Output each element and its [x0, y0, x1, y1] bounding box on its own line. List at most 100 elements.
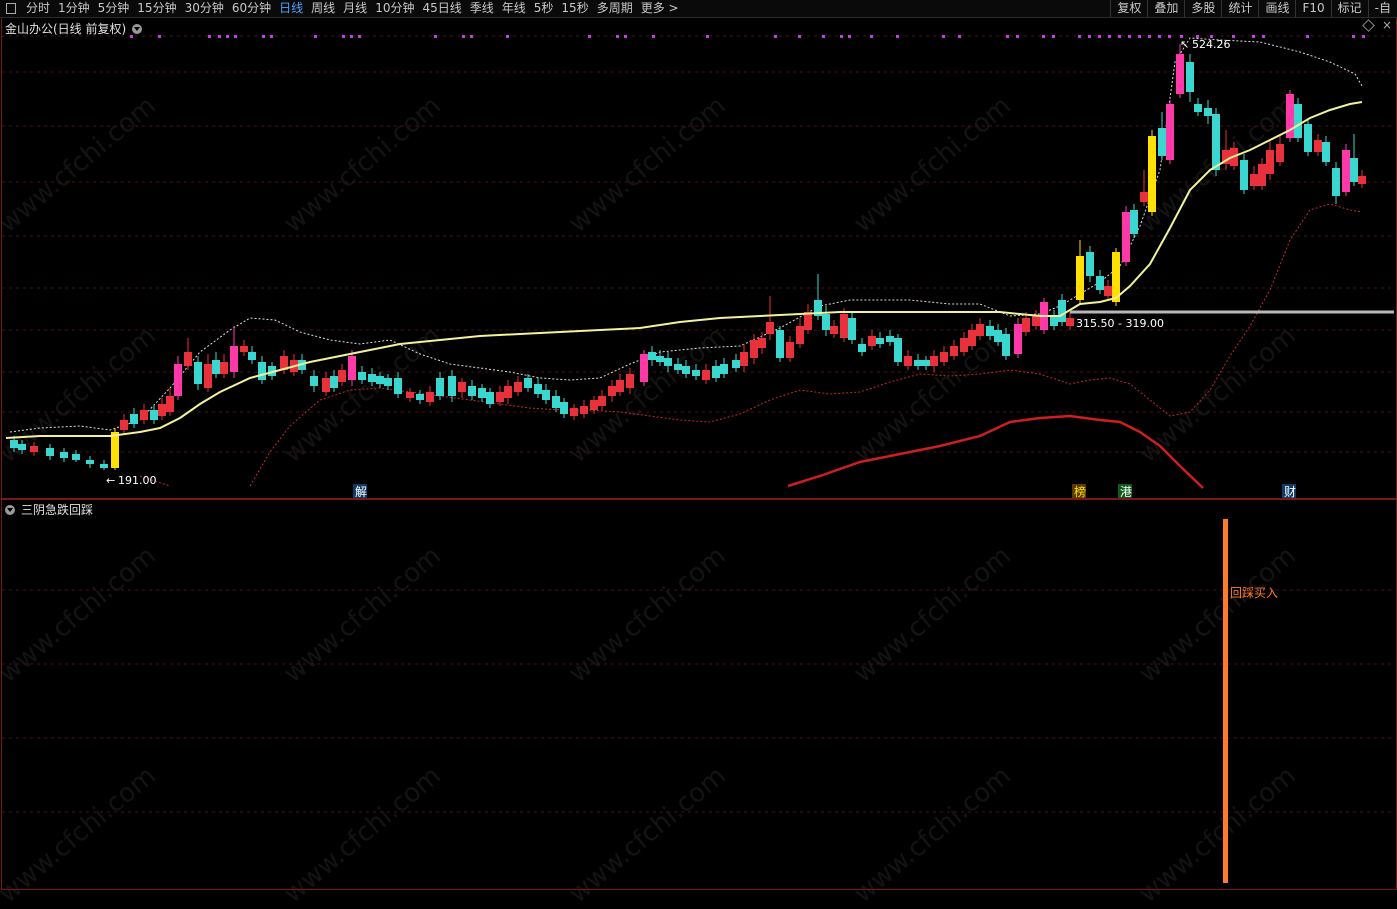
candle	[1342, 144, 1350, 196]
signal-dot	[1042, 35, 1045, 38]
candle-body	[204, 364, 212, 388]
candle-body	[310, 376, 318, 386]
candle	[1240, 154, 1248, 194]
candle	[886, 330, 894, 346]
candle-body	[322, 378, 330, 392]
signal-dot	[262, 35, 265, 38]
candle-body	[542, 390, 550, 400]
candle	[1314, 134, 1322, 156]
overlay-lines	[5, 101, 1394, 489]
candle	[868, 330, 876, 350]
candle-body	[682, 366, 690, 374]
event-marker-unlock[interactable]: 解	[353, 484, 367, 499]
signal-dot	[1118, 35, 1121, 38]
signal-dot	[942, 35, 945, 38]
candle	[310, 370, 318, 392]
candle-body	[1076, 256, 1084, 300]
event-marker-hk[interactable]: 港	[1118, 484, 1132, 499]
level-range-label: 315.50 - 319.00	[1076, 317, 1164, 330]
candle	[194, 356, 202, 390]
candle-body	[140, 410, 148, 420]
signal-dot	[624, 35, 627, 38]
candle-body	[876, 338, 884, 344]
candle	[914, 354, 922, 370]
candle-body	[212, 360, 220, 374]
svg-text:财: 财	[1284, 485, 1296, 499]
candle	[368, 368, 376, 386]
signal-dot	[870, 35, 873, 38]
candle	[796, 318, 804, 348]
candle-body	[1258, 164, 1266, 186]
candle	[894, 334, 902, 366]
signal-dot	[588, 35, 591, 38]
signal-dot	[342, 35, 345, 38]
candle-body	[1358, 176, 1366, 184]
candle	[598, 390, 606, 410]
candle-body	[1304, 124, 1312, 152]
candle	[348, 350, 356, 386]
candle-body	[702, 370, 710, 380]
candle	[426, 386, 434, 406]
candle-body	[166, 396, 174, 412]
candle-body	[1342, 150, 1350, 192]
candle	[1194, 98, 1202, 116]
candle	[478, 384, 486, 402]
candle-body	[858, 344, 866, 352]
candle	[786, 336, 794, 362]
candle-body	[18, 444, 26, 450]
candle-body	[496, 392, 504, 402]
candle	[384, 374, 392, 390]
candle-body	[330, 376, 338, 388]
candle	[766, 296, 774, 340]
candle	[1186, 54, 1194, 102]
signal-dot	[1108, 35, 1111, 38]
candle-body	[608, 386, 616, 396]
candle	[968, 324, 976, 350]
candle-body	[692, 370, 700, 376]
svg-text:榜: 榜	[1074, 484, 1086, 499]
candle	[158, 398, 166, 420]
candlestick-chart[interactable]: 191.00 ← 524.26 ↖ 315.50 - 319.00 解 榜 港 …	[0, 0, 1397, 890]
candle	[702, 364, 710, 384]
candle-body	[1066, 318, 1074, 326]
candle-body	[796, 326, 804, 344]
candle	[720, 358, 728, 378]
candle	[608, 380, 616, 402]
candle	[204, 354, 212, 392]
candle	[448, 370, 456, 402]
candle-body	[750, 340, 758, 358]
candle	[406, 388, 414, 402]
signal-dot	[1232, 35, 1235, 38]
candle-body	[230, 346, 238, 372]
candle	[656, 350, 664, 366]
candle	[986, 320, 994, 340]
candle	[560, 398, 568, 418]
candle	[830, 320, 838, 338]
candle-body	[1212, 114, 1220, 170]
candle-body	[86, 460, 94, 464]
candle	[542, 384, 550, 404]
candle-body	[776, 330, 784, 358]
candle-body	[1086, 252, 1094, 276]
candle-body	[1250, 174, 1258, 186]
candle	[1076, 240, 1084, 304]
event-marker-rank[interactable]: 榜	[1072, 484, 1086, 499]
candle-body	[1204, 108, 1212, 116]
candle-body	[358, 372, 366, 380]
candle-body	[720, 364, 728, 374]
buy-signal-bar[interactable]	[1223, 519, 1228, 883]
signal-dot	[434, 35, 437, 38]
candle-body	[338, 370, 346, 382]
candle	[174, 356, 182, 400]
event-marker-finance[interactable]: 财	[1282, 484, 1296, 499]
candle	[922, 356, 930, 370]
candle-body	[416, 394, 424, 400]
candle	[1166, 100, 1174, 164]
signal-dot	[1262, 35, 1265, 38]
candle-body	[968, 330, 976, 346]
candle	[904, 350, 912, 370]
candle	[504, 380, 512, 404]
candle	[534, 378, 542, 398]
buy-signal-label: 回踩买入	[1230, 586, 1278, 600]
candle	[130, 408, 138, 428]
